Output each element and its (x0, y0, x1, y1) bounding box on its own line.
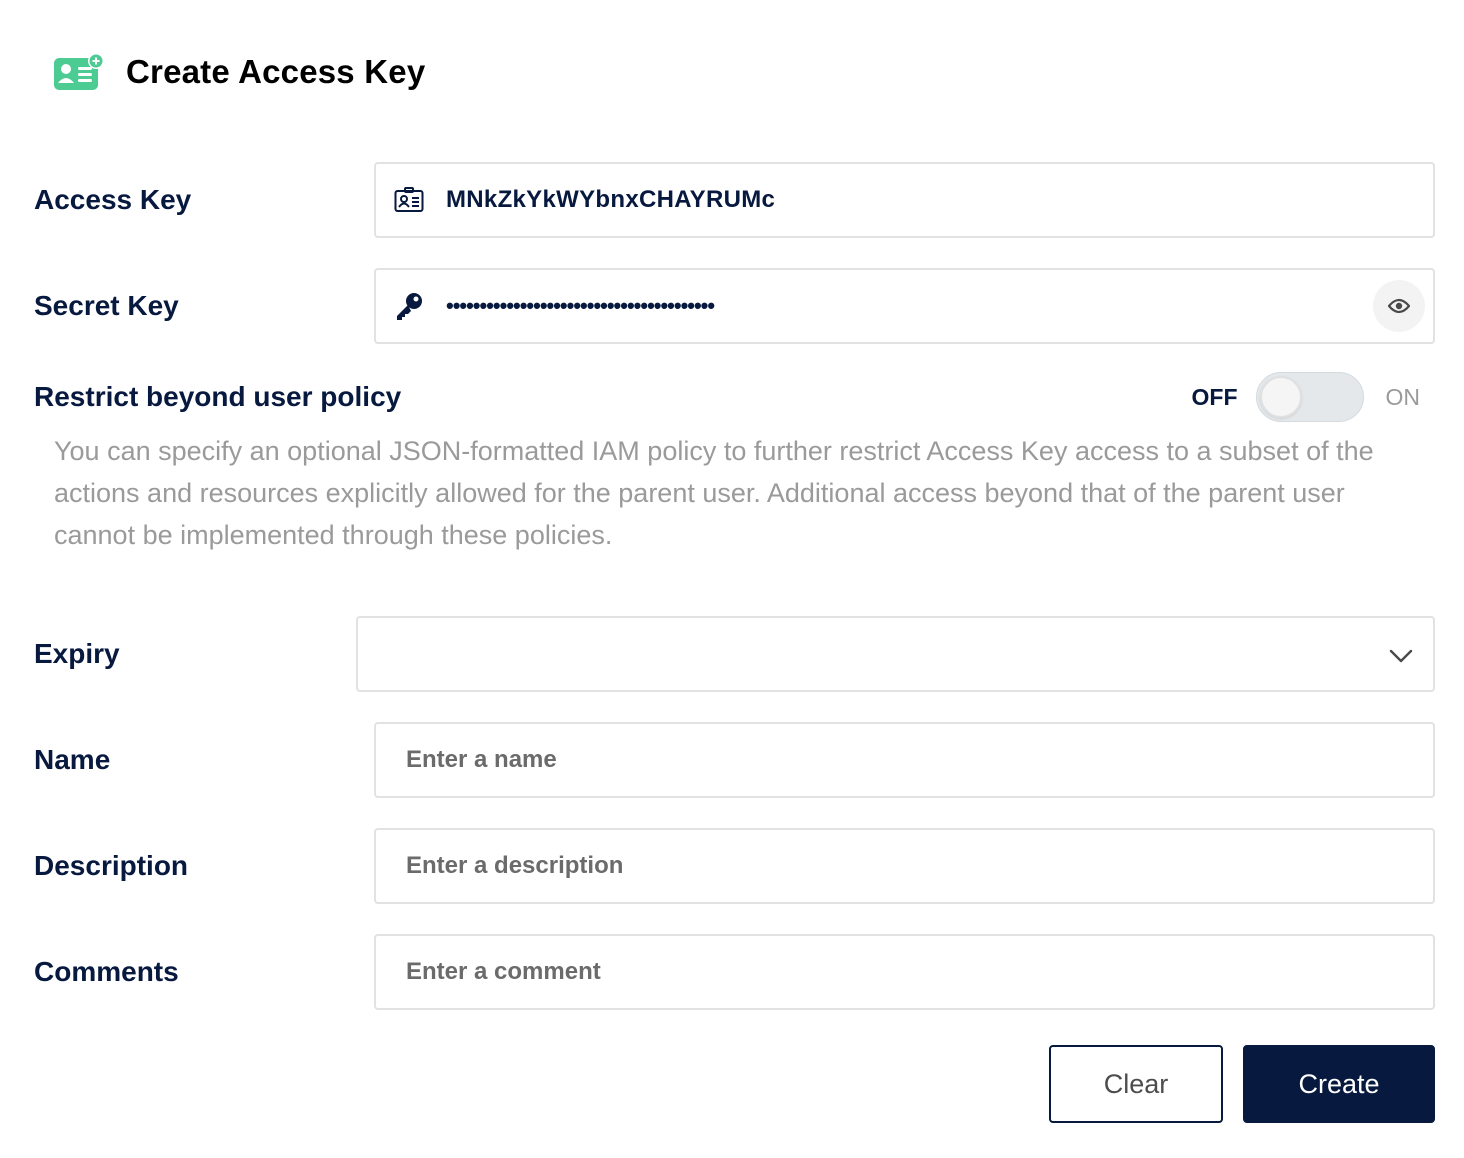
add-access-key-icon (54, 53, 104, 90)
description-label: Description (34, 850, 189, 881)
secret-key-row: Secret Key •••••••••••••••••••••••••••••… (34, 268, 1435, 344)
page-header: Create Access Key (52, 50, 425, 94)
access-key-row: Access Key MNkZkYkWYbnxCHAYRUMc (34, 162, 1435, 238)
secret-key-field[interactable]: •••••••••••••••••••••••••••••••••••••••• (374, 268, 1435, 344)
comments-row: Comments (34, 934, 1435, 1010)
expiry-select[interactable] (356, 616, 1435, 692)
name-row: Name (34, 722, 1435, 798)
chevron-down-icon (1389, 649, 1413, 663)
toggle-knob (1259, 376, 1302, 418)
name-field-wrapper (374, 722, 1435, 798)
expiry-row: Expiry (34, 616, 1435, 692)
access-key-value: MNkZkYkWYbnxCHAYRUMc (446, 186, 776, 213)
access-key-field[interactable]: MNkZkYkWYbnxCHAYRUMc (374, 162, 1435, 238)
show-secret-button[interactable] (1373, 280, 1425, 332)
toggle-on-label: ON (1385, 383, 1421, 410)
description-input[interactable] (376, 852, 1433, 880)
comments-field-wrapper (374, 934, 1435, 1010)
description-field-wrapper (374, 828, 1435, 904)
name-input[interactable] (376, 746, 1433, 774)
page-title: Create Access Key (126, 53, 426, 90)
description-row: Description (34, 828, 1435, 904)
expiry-label: Expiry (34, 638, 120, 669)
comments-label: Comments (34, 956, 179, 987)
secret-key-label: Secret Key (34, 290, 179, 321)
restrict-policy-description: You can specify an optional JSON-formatt… (54, 436, 1374, 550)
clear-button[interactable]: Clear (1049, 1045, 1223, 1123)
create-button[interactable]: Create (1243, 1045, 1435, 1123)
restrict-policy-toggle-group: OFF ON (1191, 372, 1421, 422)
access-key-label: Access Key (34, 184, 192, 215)
create-access-key-page: Create Access Key Access Key MNkZkYkWYbn… (0, 0, 1464, 1158)
restrict-policy-label: Restrict beyond user policy (34, 381, 402, 412)
secret-key-masked-value: •••••••••••••••••••••••••••••••••••••••• (446, 293, 715, 318)
id-card-icon (392, 183, 426, 217)
key-icon (392, 289, 426, 323)
restrict-policy-toggle[interactable] (1255, 372, 1364, 422)
name-label: Name (34, 744, 111, 775)
toggle-off-label: OFF (1191, 383, 1238, 410)
comments-input[interactable] (376, 958, 1433, 986)
eye-icon (1388, 298, 1410, 314)
